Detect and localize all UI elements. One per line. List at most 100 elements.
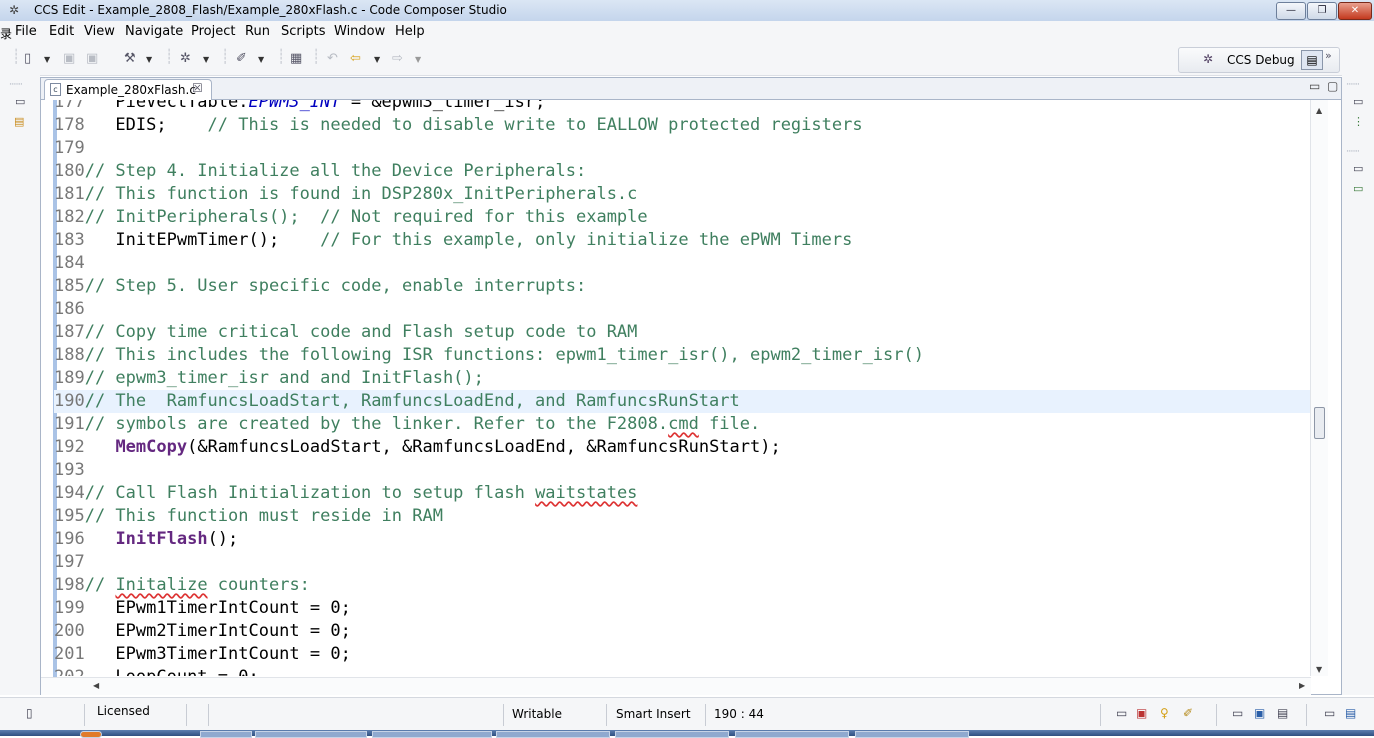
problems-icon[interactable]: ▣	[1136, 706, 1147, 720]
tips-lightbulb-icon[interactable]: ♀	[1160, 706, 1169, 720]
restore-icon[interactable]: ▭	[1353, 162, 1363, 175]
save-all-icon[interactable]: ▣	[86, 51, 98, 66]
main-toolbar: ┊ ▯ ▼ ▣ ▣ ⚒ ▼ ┊ ✲ ▼ ┊ ✐ ▼ ┊ ▦ ┊ ↶ ⇦ ▼ ⇨ …	[0, 43, 1374, 76]
forward-dropdown-icon[interactable]: ▼	[415, 55, 421, 64]
code-text: // Step 5. User specific code, enable in…	[84, 276, 587, 296]
project-explorer-icon[interactable]: ▤	[14, 115, 24, 128]
code-line: 190// The RamfuncsLoadStart, RamfuncsLoa…	[54, 390, 1310, 413]
menu-project[interactable]: Project	[191, 24, 235, 39]
taskbar-button[interactable]	[855, 731, 969, 738]
tools-icon[interactable]: ✐	[236, 51, 247, 66]
os-taskbar	[0, 730, 1374, 738]
menu-leading-glyph: 录	[0, 27, 13, 41]
menu-run[interactable]: Run	[245, 24, 270, 39]
insert-mode-status: Smart Insert	[616, 707, 691, 721]
code-line: 178 EDIS; // This is needed to disable w…	[54, 114, 1310, 137]
taskbar-button[interactable]	[496, 731, 610, 738]
menu-help[interactable]: Help	[395, 24, 425, 39]
line-number: 198	[54, 575, 85, 595]
restore-icon[interactable]: ▭	[1353, 95, 1363, 108]
code-text: // Initalize counters:	[84, 575, 310, 595]
tasks-icon[interactable]: ✐	[1183, 706, 1193, 720]
menu-navigate[interactable]: Navigate	[125, 24, 183, 39]
code-line: 183 InitEPwmTimer(); // For this example…	[54, 229, 1310, 252]
perspective-switcher[interactable]: ✲ CCS Debug ▤ »	[1178, 47, 1340, 73]
back-arrow-icon[interactable]: ⇦	[350, 51, 361, 66]
debug-dropdown-icon[interactable]: ▼	[203, 55, 209, 64]
more-perspectives-icon[interactable]: »	[1325, 49, 1332, 62]
tab-close-icon[interactable]: ☒	[192, 81, 203, 95]
toolbar-separator: ┊	[277, 49, 286, 65]
minimize-button[interactable]: —	[1276, 2, 1306, 20]
tools-dropdown-icon[interactable]: ▼	[258, 55, 264, 64]
status-separator	[606, 704, 607, 726]
maximize-editor-icon[interactable]: ▢	[1327, 79, 1338, 93]
scroll-thumb[interactable]	[1314, 407, 1325, 439]
editor-tab[interactable]: c Example_280xFlash.c ☒	[44, 79, 212, 100]
save-icon[interactable]: ▣	[63, 51, 75, 66]
vertical-scrollbar[interactable]: ▲ ▼	[1310, 100, 1328, 676]
code-line: 177 PieVectTable.EPWM3_INT = &epwm3_time…	[54, 100, 1310, 114]
taskbar-button[interactable]	[255, 731, 367, 738]
menu-edit[interactable]: Edit	[49, 24, 74, 39]
ccs-app-icon: ✲	[9, 3, 20, 17]
forward-arrow-icon[interactable]: ⇨	[392, 51, 403, 66]
line-number: 179	[54, 138, 85, 158]
restore-icon[interactable]: ▭	[1232, 706, 1243, 720]
menu-window[interactable]: Window	[334, 24, 385, 39]
code-line: 199 EPwm1TimerIntCount = 0;	[54, 597, 1310, 620]
menu-view[interactable]: View	[84, 24, 115, 39]
taskbar-button[interactable]	[372, 731, 492, 738]
scroll-down-icon[interactable]: ▼	[1316, 665, 1322, 674]
status-separator	[1306, 704, 1307, 726]
disassembly-icon[interactable]: ▤	[1345, 706, 1356, 720]
editor-tab-strip: c Example_280xFlash.c ☒ ▭ ▢	[41, 78, 1341, 100]
cursor-position-status: 190 : 44	[714, 707, 764, 721]
memory-browser-icon[interactable]: ▣	[1254, 706, 1265, 720]
new-file-icon[interactable]: ▯	[24, 51, 31, 66]
horizontal-scrollbar[interactable]: ◀ ▶	[41, 677, 1311, 695]
status-separator	[1216, 704, 1217, 726]
back-dropdown-icon[interactable]: ▼	[374, 55, 380, 64]
console-icon[interactable]: ▭	[1353, 182, 1363, 195]
hammer-icon[interactable]: ⚒	[124, 51, 136, 66]
code-line: 201 EPwm3TimerIntCount = 0;	[54, 643, 1310, 666]
taskbar-button[interactable]	[200, 731, 252, 738]
ccs-edit-perspective-icon[interactable]: ▤	[1301, 50, 1323, 70]
code-text: LoopCount = 0;	[85, 667, 258, 676]
menu-file[interactable]: File	[15, 24, 37, 39]
scroll-right-icon[interactable]: ▶	[1299, 681, 1305, 690]
code-text: // Call Flash Initialization to setup fl…	[84, 483, 638, 503]
outline-icon[interactable]: ⋮	[1353, 115, 1364, 128]
code-text: InitFlash();	[115, 529, 239, 549]
code-line: 187// Copy time critical code and Flash …	[54, 321, 1310, 344]
close-button[interactable]: ✕	[1338, 2, 1372, 20]
status-separator	[208, 704, 209, 726]
scroll-left-icon[interactable]: ◀	[93, 681, 99, 690]
code-text-area[interactable]: 177 PieVectTable.EPWM3_INT = &epwm3_time…	[54, 100, 1310, 676]
code-line: 184	[54, 252, 1310, 275]
maximize-button[interactable]: ❐	[1307, 2, 1337, 20]
line-number: 180	[54, 161, 85, 181]
restore-icon[interactable]: ▭	[1116, 706, 1127, 720]
write-mode-status: Writable	[512, 707, 562, 721]
taskbar-button[interactable]	[615, 731, 729, 738]
registers-icon[interactable]: ▤	[1277, 706, 1288, 720]
code-line: 200 EPwm2TimerIntCount = 0;	[54, 620, 1310, 643]
code-text: EDIS; // This is needed to disable write…	[84, 115, 863, 135]
last-edit-icon[interactable]: ↶	[327, 51, 338, 66]
outline-view-icon[interactable]: ▦	[290, 51, 302, 66]
menu-scripts[interactable]: Scripts	[281, 24, 325, 39]
taskbar-app-icon[interactable]	[80, 731, 102, 738]
debug-bug-icon[interactable]: ✲	[180, 51, 191, 66]
build-dropdown-icon[interactable]: ▼	[146, 55, 152, 64]
restore-icon[interactable]: ▭	[1324, 706, 1335, 720]
new-dropdown-icon[interactable]: ▼	[44, 55, 50, 64]
taskbar-button[interactable]	[735, 731, 849, 738]
fast-view-icon[interactable]: ▯	[26, 706, 33, 720]
code-text: EPwm2TimerIntCount = 0;	[84, 621, 351, 641]
scroll-up-icon[interactable]: ▲	[1316, 106, 1322, 115]
restore-icon[interactable]: ▭	[15, 95, 25, 108]
line-number: 189	[54, 368, 85, 388]
minimize-editor-icon[interactable]: ▭	[1309, 79, 1320, 93]
